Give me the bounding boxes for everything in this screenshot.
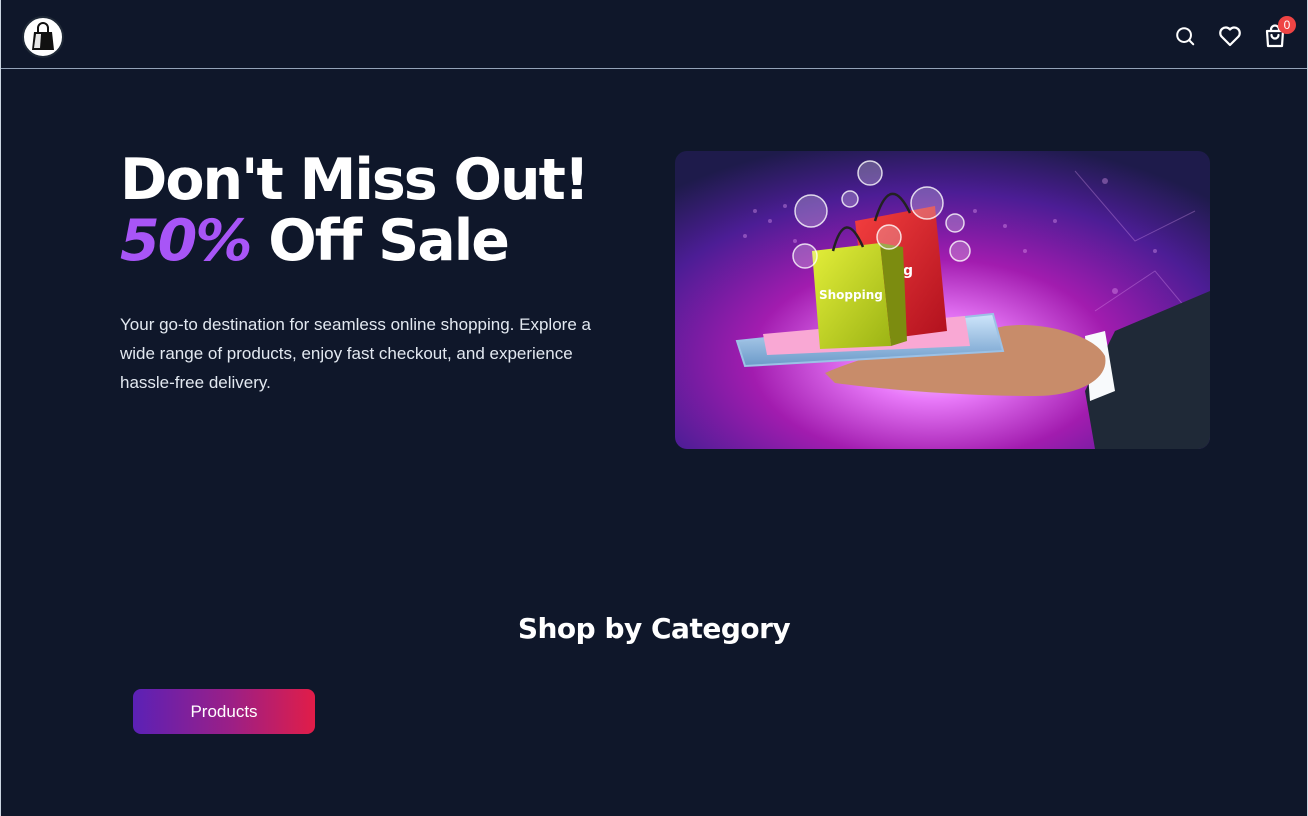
category-button-products[interactable]: Products bbox=[133, 689, 315, 734]
header-actions: 0 bbox=[1172, 16, 1296, 48]
cart-count-badge: 0 bbox=[1278, 16, 1296, 34]
hero-description: Your go-to destination for seamless onli… bbox=[120, 315, 591, 392]
cart-icon[interactable]: 0 bbox=[1262, 16, 1296, 48]
shopping-bag-icon[interactable] bbox=[22, 16, 64, 58]
top-navbar: 0 bbox=[1, 0, 1307, 69]
page: 0 Don't Miss Out! 50% Off Sale Your go-t… bbox=[0, 0, 1308, 816]
heart-icon[interactable] bbox=[1217, 23, 1242, 48]
hero-title: Don't Miss Out! 50% Off Sale bbox=[120, 147, 590, 274]
hero-title-line1: Don't Miss Out! bbox=[120, 147, 590, 213]
section-title: Shop by Category bbox=[517, 612, 791, 645]
hero-title-accent: 50% bbox=[120, 208, 252, 274]
svg-text:Shopping: Shopping bbox=[819, 288, 883, 302]
search-icon[interactable] bbox=[1172, 23, 1197, 48]
hero-title-rest: Off Sale bbox=[250, 208, 510, 274]
hero-image: ng Shopping bbox=[675, 151, 1210, 449]
